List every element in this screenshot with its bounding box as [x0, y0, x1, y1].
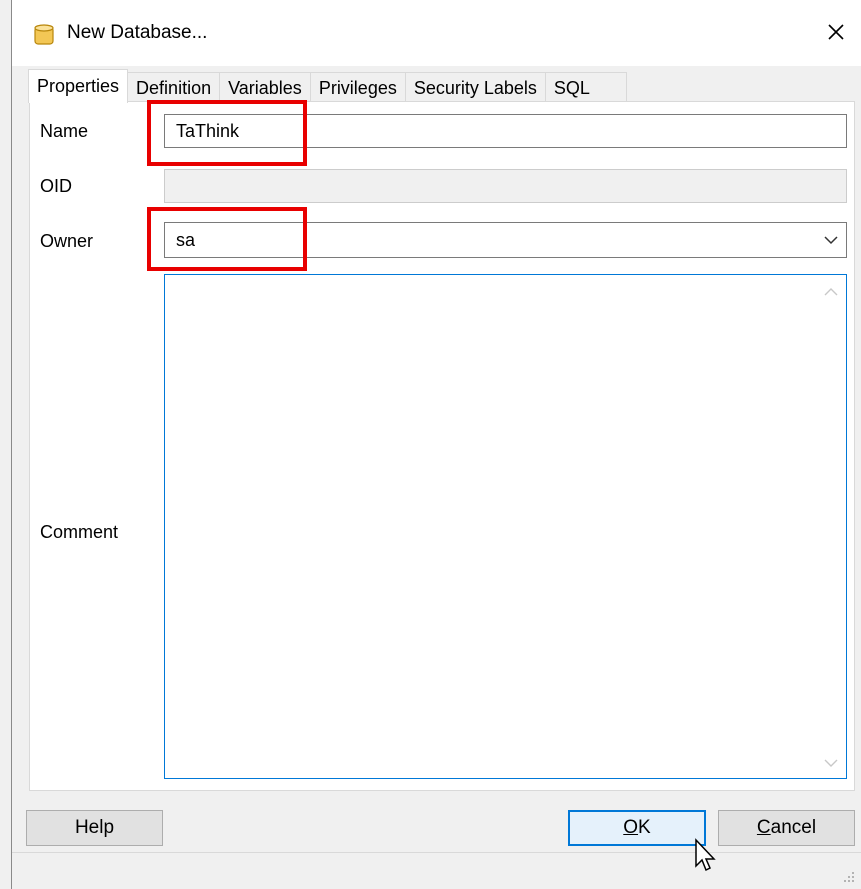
- tab-privileges[interactable]: Privileges: [309, 72, 406, 103]
- close-button[interactable]: [811, 10, 861, 54]
- owner-label: Owner: [40, 231, 94, 251]
- name-input-value: TaThink: [176, 120, 240, 141]
- owner-dropdown-value: sa: [176, 229, 196, 250]
- chevron-down-icon: [824, 236, 838, 245]
- ok-button-label: OK: [623, 817, 650, 839]
- new-database-dialog: New Database... Properties Definition Va…: [11, 0, 861, 889]
- comment-label: Comment: [40, 522, 119, 542]
- cancel-button-label: Cancel: [757, 817, 816, 839]
- owner-dropdown[interactable]: sa: [164, 222, 847, 258]
- mouse-cursor-icon: [695, 838, 716, 872]
- help-button[interactable]: Help: [26, 810, 163, 846]
- name-label: Name: [40, 121, 89, 141]
- cancel-label-rest: ancel: [770, 817, 817, 838]
- resize-grip-icon[interactable]: [843, 871, 855, 883]
- ok-mnemonic: O: [623, 817, 639, 838]
- window-title: New Database...: [67, 22, 208, 43]
- cancel-mnemonic: C: [756, 817, 771, 838]
- tab-sql[interactable]: SQL: [544, 72, 627, 103]
- comment-textarea[interactable]: [164, 274, 847, 779]
- tab-variables[interactable]: Variables: [219, 72, 311, 103]
- title-bar: New Database...: [12, 0, 861, 66]
- cancel-button[interactable]: Cancel: [718, 810, 855, 846]
- scroll-up-icon[interactable]: [824, 287, 838, 297]
- tab-strip: Properties Definition Variables Privileg…: [28, 69, 627, 103]
- help-button-label: Help: [74, 817, 115, 838]
- status-bar: [12, 852, 861, 889]
- database-icon: [34, 24, 54, 45]
- ok-label-rest: K: [638, 817, 651, 838]
- oid-input: [164, 169, 847, 203]
- tab-definition[interactable]: Definition: [127, 72, 221, 103]
- tab-properties[interactable]: Properties: [28, 69, 129, 103]
- oid-label: OID: [40, 176, 73, 196]
- close-icon: [828, 24, 844, 40]
- scroll-down-icon[interactable]: [824, 758, 838, 768]
- name-input[interactable]: TaThink: [164, 114, 847, 148]
- ok-button[interactable]: OK: [568, 810, 706, 846]
- tab-security-labels[interactable]: Security Labels: [404, 72, 546, 103]
